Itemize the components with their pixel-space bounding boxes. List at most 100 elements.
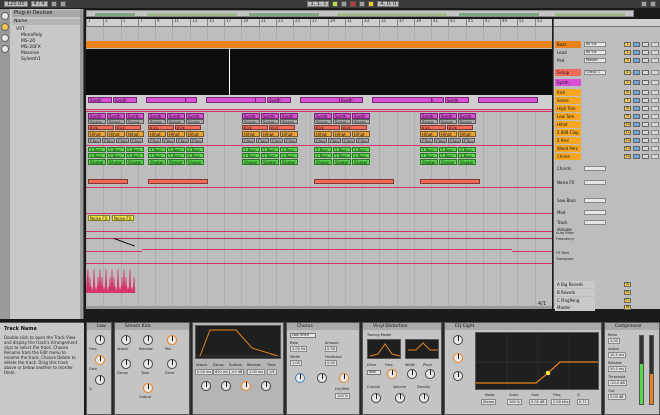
clip-perc[interactable]: 1 Perc [314, 153, 332, 158]
mixer-row[interactable]: Bass All Ins 1 [554, 41, 660, 48]
clip-pink[interactable]: Synth [88, 97, 112, 103]
clip-hihat[interactable]: Hihat [88, 131, 106, 137]
track-activator-button[interactable]: 4 [624, 70, 631, 75]
clip-pink[interactable]: Synth [113, 97, 137, 103]
low-device[interactable]: Low Freq Gain Q [86, 322, 112, 415]
clip-perc[interactable]: 1 Perc [107, 153, 125, 158]
clip-hihat[interactable]: Hihat [126, 131, 144, 137]
track-name[interactable]: 2 Perc [555, 137, 581, 144]
solo-button[interactable] [633, 90, 640, 95]
clip-kick[interactable]: Kick [175, 125, 201, 130]
solo-button[interactable] [633, 138, 640, 143]
sustain-value[interactable]: -inf dB [229, 369, 245, 375]
clip-snare[interactable]: Snare [280, 119, 298, 124]
clip-pink[interactable]: Synth [267, 97, 291, 103]
clip-snare[interactable]: Snare [242, 119, 260, 124]
eq-freq-knob[interactable] [453, 353, 463, 363]
volume-field[interactable] [651, 50, 659, 55]
arrangement-view[interactable]: 1 3 5 7 9 11 13 15 17 19 21 23 25 27 29 31 33 35 37 39 41 43 4… [86, 19, 552, 309]
clip-perc[interactable]: 1 Perc [333, 153, 351, 158]
clip-perc[interactable]: 1 Perc [242, 147, 260, 152]
automation-line[interactable] [512, 251, 552, 252]
signature-field[interactable]: 4 / 4 [30, 1, 48, 7]
clip-perc[interactable]: 1 Perc [148, 147, 166, 152]
volume-field[interactable] [651, 130, 659, 135]
pinch-display[interactable] [405, 339, 439, 359]
solo-button[interactable] [633, 50, 640, 55]
output-meter[interactable] [649, 335, 654, 405]
clip-kick[interactable]: Kick [269, 125, 295, 130]
clip-perc[interactable]: 1 Perc [439, 153, 457, 158]
vinyl-freq-knob[interactable] [387, 369, 397, 379]
automation-line[interactable] [86, 263, 552, 264]
volume-field[interactable] [651, 122, 659, 127]
clip-clap[interactable]: Clap [420, 138, 433, 143]
mixer-row[interactable]: 2 Perc 12 [554, 137, 660, 144]
volume-field[interactable] [651, 98, 659, 103]
clip-clap[interactable]: Clap [162, 138, 175, 143]
clip-shaker[interactable]: Shaker [107, 159, 125, 165]
threshold-meter[interactable] [639, 335, 644, 405]
env-knob-4[interactable] [261, 381, 271, 391]
clip-pink[interactable] [146, 97, 186, 103]
volume-field[interactable] [651, 146, 659, 151]
track-name[interactable]: Snare [555, 97, 581, 104]
track-activator-button[interactable]: 5 [624, 80, 631, 85]
mixer-lower-row[interactable]: Mod [554, 209, 660, 216]
clip-clap[interactable]: Clap [342, 138, 355, 143]
routing-select[interactable] [584, 198, 606, 203]
tempo-field[interactable]: 120.00 [4, 1, 28, 7]
track-activator-button[interactable]: 6 [624, 90, 631, 95]
clip-shaker[interactable]: Shaker [314, 159, 332, 165]
clip-perc[interactable]: 1 Perc [167, 153, 185, 158]
low-freq-knob[interactable] [95, 335, 105, 345]
clip-hihat[interactable]: Hihat [314, 131, 332, 137]
mixer-row[interactable]: Low Tom 9 [554, 113, 660, 120]
env-knob-3[interactable] [241, 381, 251, 391]
clip-shaker[interactable]: Shaker [420, 159, 438, 165]
clip-snare[interactable]: Snare [186, 119, 204, 124]
volume-field[interactable] [651, 138, 659, 143]
track-activator-button[interactable]: 7 [624, 98, 631, 103]
play-icon[interactable] [332, 1, 339, 7]
clip-perc[interactable]: 1 Perc [280, 147, 298, 152]
clip-hihat[interactable]: Hihat [333, 131, 351, 137]
clip-perc[interactable]: 1 Perc [107, 147, 125, 152]
clip-clap[interactable]: Clap [116, 138, 129, 143]
arrangement-overview[interactable] [86, 10, 634, 17]
clip-snare[interactable]: Snare [333, 119, 351, 124]
mixer-row[interactable]: Group Group 1 4 [554, 69, 660, 76]
quantize-icon[interactable] [59, 1, 66, 7]
track-activator-button[interactable]: 8 [624, 106, 631, 111]
clip-shaker[interactable]: Shaker [242, 159, 260, 165]
mixer-lower-row[interactable]: Track Volume [554, 219, 660, 232]
track-activator-button[interactable]: 2 [624, 50, 631, 55]
vinyl-mode-select[interactable]: Soft [367, 370, 381, 375]
solo-button[interactable] [633, 122, 640, 127]
clip-clap[interactable]: Clap [328, 138, 341, 143]
mixer-row[interactable]: Synth 5 [554, 79, 660, 86]
track-name[interactable]: Synth [555, 79, 581, 86]
track-activator-button[interactable]: 9 [624, 114, 631, 119]
clip-clap[interactable]: Clap [284, 138, 297, 143]
clip-snare[interactable]: Snare [420, 119, 438, 124]
compressor-device[interactable]: Compressor Ratio 4.00 Attack 10.0 ms Rel… [604, 322, 660, 415]
clip-shaker[interactable]: Shaker [186, 159, 204, 165]
arm-button[interactable] [642, 154, 649, 159]
clip-bass-line[interactable] [148, 179, 208, 184]
clip-kick[interactable]: Kick [148, 125, 174, 130]
automation-parameter-label[interactable]: FX Mod [556, 251, 569, 255]
clip-kick[interactable]: Kick [447, 125, 473, 130]
volume-field[interactable] [651, 80, 659, 85]
volume-field[interactable] [651, 58, 659, 63]
chorus-device[interactable]: Chorus Low Shelf Rate 4.00 Hz Amount 0.3… [286, 322, 360, 415]
browser-column-header[interactable]: Name [12, 19, 82, 25]
clip-pink[interactable] [300, 97, 340, 103]
automation-parameter-label[interactable]: Auto Filter [556, 231, 574, 235]
clip-shaker[interactable]: Shaker [280, 159, 298, 165]
track-activator-button[interactable]: 1 [624, 42, 631, 47]
lead-track-lane[interactable] [86, 49, 552, 95]
clip-noise-fx[interactable]: Noise FX [112, 215, 134, 221]
bass-track-lane[interactable] [86, 41, 552, 48]
low-gain-knob[interactable] [95, 355, 105, 365]
